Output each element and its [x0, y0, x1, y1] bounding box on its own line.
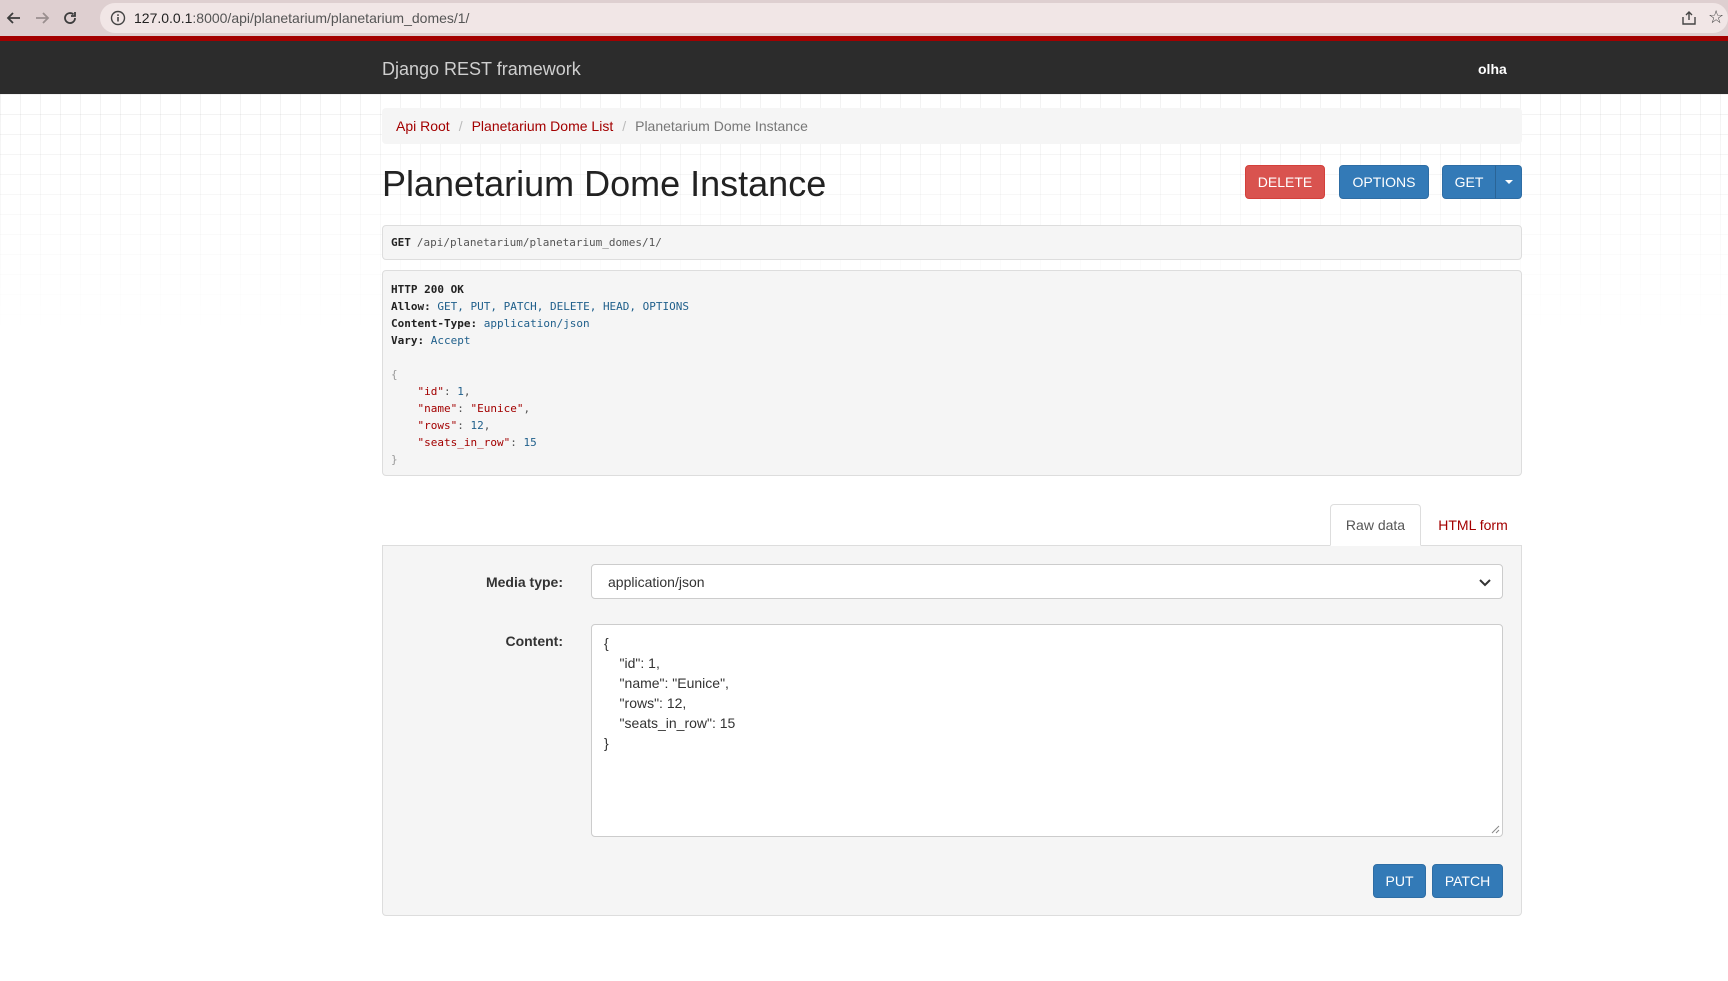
back-arrow-icon[interactable]: [2, 6, 26, 30]
tab-raw-data[interactable]: Raw data: [1330, 504, 1421, 546]
page-title: Planetarium Dome Instance: [382, 163, 827, 204]
delete-button[interactable]: DELETE: [1245, 165, 1325, 199]
json-key: "seats_in_row": [417, 436, 511, 449]
breadcrumb-separator: /: [622, 118, 627, 134]
raw-data-form: Media type: application/json Content: { …: [382, 545, 1522, 916]
star-icon[interactable]: ☆: [1708, 7, 1724, 28]
get-button[interactable]: GET: [1442, 165, 1496, 199]
response-header: Allow: GET, PUT, PATCH, DELETE, HEAD, OP…: [391, 298, 1513, 315]
media-type-value: application/json: [608, 573, 705, 590]
header-key: Vary:: [391, 334, 425, 347]
response-header: Vary: Accept: [391, 332, 1513, 349]
url-path: :8000/api/planetarium/planetarium_domes/…: [192, 10, 470, 26]
content-line: {: [604, 635, 609, 651]
resize-handle-icon[interactable]: [1490, 824, 1500, 834]
response-header: Content-Type: application/json: [391, 315, 1513, 332]
header-key: Allow:: [391, 300, 431, 313]
user-menu[interactable]: olha: [1478, 61, 1507, 77]
content-line: "name": "Eunice",: [604, 675, 729, 691]
header-value: application/json: [483, 317, 590, 330]
breadcrumb-current: Planetarium Dome Instance: [635, 118, 808, 134]
options-button[interactable]: OPTIONS: [1339, 165, 1429, 199]
breadcrumb-api-root[interactable]: Api Root: [396, 118, 450, 134]
request-path: /api/planetarium/planetarium_domes/1/: [416, 236, 662, 249]
forward-arrow-icon[interactable]: [30, 6, 54, 30]
json-value: 1: [457, 385, 464, 398]
content-line: }: [604, 735, 609, 751]
request-info: GET /api/planetarium/planetarium_domes/1…: [382, 225, 1522, 260]
json-field: "name": "Eunice",: [417, 402, 531, 415]
navbar: Django REST framework olha: [0, 41, 1728, 94]
get-format-dropdown[interactable]: [1495, 165, 1522, 199]
chevron-down-icon: [1479, 579, 1491, 587]
media-type-select[interactable]: application/json: [591, 564, 1503, 599]
browser-toolbar: 127.0.0.1:8000/api/planetarium/planetari…: [0, 0, 1728, 36]
content-line: "id": 1,: [604, 655, 660, 671]
share-icon[interactable]: [1680, 9, 1698, 27]
breadcrumb-dome-list[interactable]: Planetarium Dome List: [472, 118, 614, 134]
caret-down-icon: [1504, 180, 1513, 184]
url-text: 127.0.0.1:8000/api/planetarium/planetari…: [134, 10, 469, 26]
patch-button[interactable]: PATCH: [1432, 864, 1503, 898]
put-button[interactable]: PUT: [1373, 864, 1426, 898]
content-line: "seats_in_row": 15: [604, 715, 736, 731]
header-value: Accept: [430, 334, 471, 347]
address-bar[interactable]: 127.0.0.1:8000/api/planetarium/planetari…: [100, 3, 1728, 33]
json-close-brace: }: [391, 453, 398, 466]
json-open-brace: {: [391, 368, 398, 381]
tab-html-form[interactable]: HTML form: [1424, 504, 1522, 546]
media-type-label: Media type:: [485, 574, 563, 590]
json-value: "Eunice": [470, 402, 524, 415]
content-textarea[interactable]: { "id": 1, "name": "Eunice", "rows": 12,…: [591, 624, 1503, 837]
breadcrumb: Api Root / Planetarium Dome List / Plane…: [382, 108, 1522, 144]
json-value: 12: [470, 419, 484, 432]
breadcrumb-separator: /: [458, 118, 463, 134]
content-line: "rows": 12,: [604, 695, 687, 711]
json-field: "rows": 12,: [417, 419, 491, 432]
header-value: GET, PUT, PATCH, DELETE, HEAD, OPTIONS: [437, 300, 690, 313]
response-status: HTTP 200 OK: [391, 283, 464, 296]
json-field: "id": 1,: [417, 385, 471, 398]
request-method: GET: [391, 236, 411, 249]
navbar-brand[interactable]: Django REST framework: [382, 59, 581, 80]
json-value: 15: [523, 436, 537, 449]
reload-icon[interactable]: [58, 6, 82, 30]
json-key: "rows": [417, 419, 458, 432]
info-icon[interactable]: [110, 10, 126, 26]
json-key: "id": [417, 385, 445, 398]
json-field: "seats_in_row": 15: [417, 436, 537, 449]
url-host: 127.0.0.1: [134, 10, 193, 26]
header-key: Content-Type:: [391, 317, 478, 330]
content-label: Content:: [505, 633, 563, 649]
json-key: "name": [417, 402, 458, 415]
response-info: HTTP 200 OK Allow: GET, PUT, PATCH, DELE…: [382, 270, 1522, 476]
